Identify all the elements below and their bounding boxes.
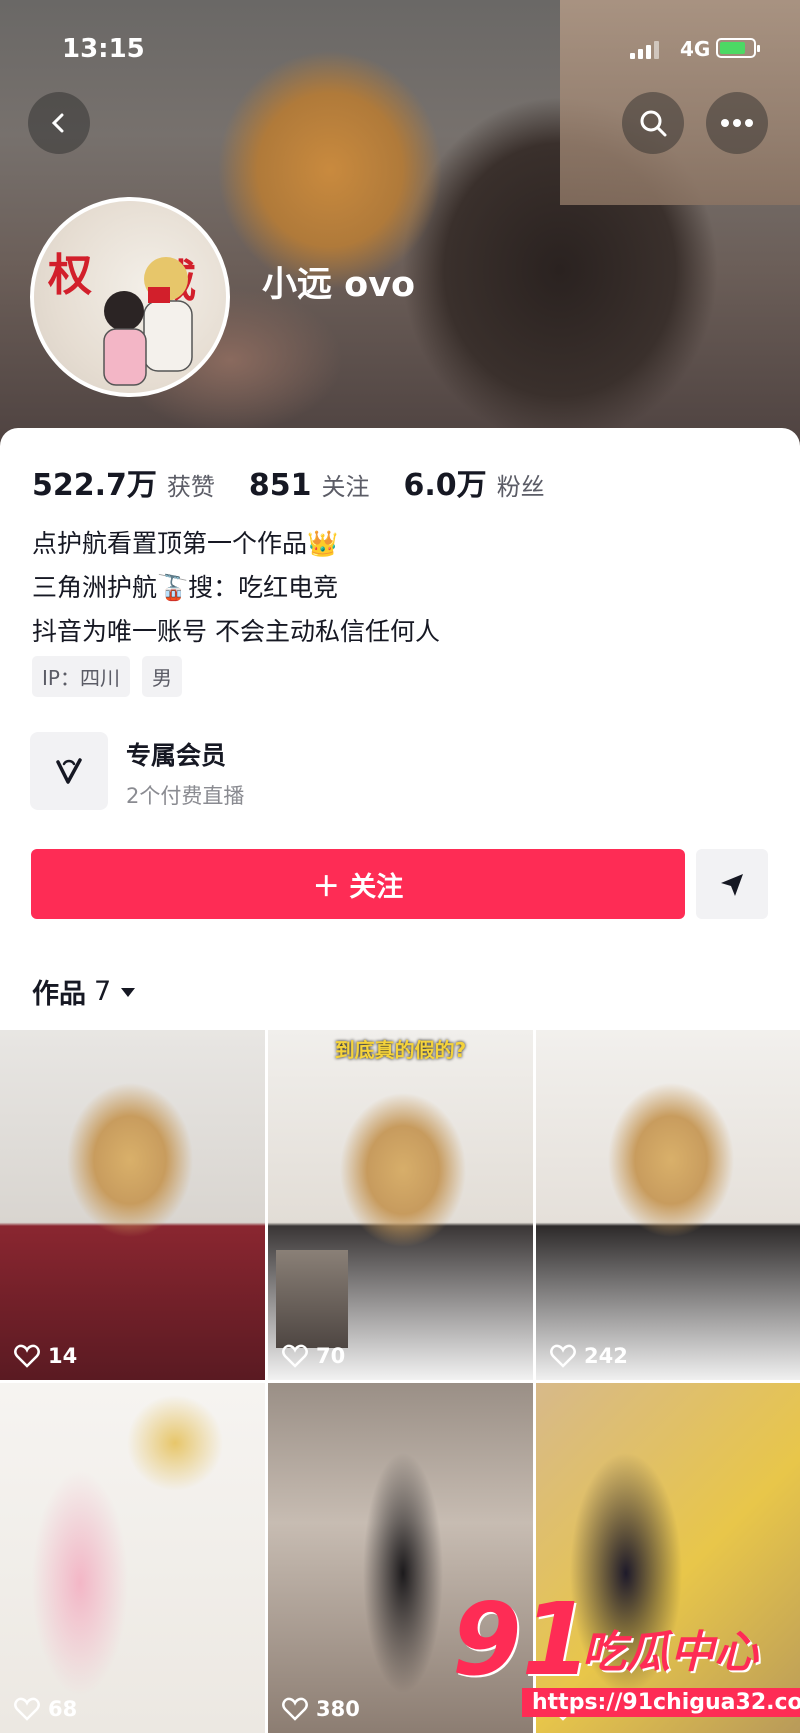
heart-icon xyxy=(14,1344,40,1368)
tab-works[interactable]: 作品 7 xyxy=(32,972,137,1011)
avatar-figures-icon xyxy=(103,257,193,386)
video-likes: 70 xyxy=(282,1344,345,1368)
status-time: 13:15 xyxy=(62,34,145,64)
works-count: 7 xyxy=(94,976,112,1007)
video-thumbnail[interactable]: 到底真的假的? 70 xyxy=(268,1030,533,1380)
chevron-left-icon xyxy=(51,113,64,133)
video-caption: 到底真的假的? xyxy=(334,1038,467,1062)
profile-bio: 点护航看置顶第一个作品👑 三角洲护航🚡搜：吃红电竞 抖音为唯一账号 不会主动私信… xyxy=(32,522,440,654)
signal-icon xyxy=(630,39,664,59)
watermark-number: 91 xyxy=(452,1581,592,1698)
avatar[interactable]: 权 威 xyxy=(30,197,230,397)
search-button[interactable] xyxy=(622,92,684,154)
profile-tags: IP：四川 男 xyxy=(32,656,182,697)
battery-icon xyxy=(716,38,760,58)
search-icon xyxy=(640,110,667,137)
profile-nickname: 小远 ovo xyxy=(262,265,416,305)
heart-icon xyxy=(14,1697,40,1721)
gender-tag: 男 xyxy=(141,656,182,697)
following-label[interactable]: 关注 xyxy=(322,467,370,502)
share-button[interactable] xyxy=(696,849,768,919)
video-likes-count: 380 xyxy=(316,1697,360,1721)
video-thumbnail[interactable]: 242 xyxy=(536,1030,800,1380)
more-dots-icon xyxy=(721,119,753,127)
works-tab-label: 作品 xyxy=(32,979,86,1010)
video-likes: 380 xyxy=(282,1697,360,1721)
ip-location-tag: IP：四川 xyxy=(32,656,130,697)
video-likes: 68 xyxy=(14,1697,77,1721)
status-bar: 13:15 4G xyxy=(0,30,800,70)
send-icon xyxy=(721,874,743,896)
followers-label[interactable]: 粉丝 xyxy=(497,467,545,502)
heart-icon xyxy=(550,1344,576,1368)
exclusive-member-entry[interactable]: 专属会员 2个付费直播 xyxy=(30,732,730,812)
site-watermark: 91 吃瓜中心 https://91chigua32.com xyxy=(452,1581,800,1730)
following-count[interactable]: 851 xyxy=(249,468,312,503)
video-likes-count: 14 xyxy=(48,1344,78,1368)
member-logo-icon xyxy=(30,732,108,810)
video-thumbnail[interactable]: 68 xyxy=(0,1383,265,1733)
video-likes-count: 68 xyxy=(48,1697,78,1721)
member-title: 专属会员 xyxy=(126,741,227,770)
video-likes: 242 xyxy=(550,1344,628,1368)
followers-count[interactable]: 6.0万 xyxy=(404,460,487,504)
member-subtitle: 2个付费直播 xyxy=(126,784,245,808)
profile-stats: 522.7万 获赞 851 关注 6.0万 粉丝 xyxy=(32,460,579,504)
bio-line: 抖音为唯一账号 不会主动私信任何人 xyxy=(32,617,440,646)
bio-line: 三角洲护航🚡搜：吃红电竞 xyxy=(32,573,339,602)
bio-line: 点护航看置顶第一个作品👑 xyxy=(32,529,339,558)
watermark-url: https://91chigua32.com xyxy=(522,1688,800,1717)
caret-down-icon xyxy=(121,987,136,997)
picture-in-picture-inset xyxy=(276,1250,348,1348)
video-likes: 14 xyxy=(14,1344,77,1368)
likes-label[interactable]: 获赞 xyxy=(167,467,215,502)
video-likes-count: 242 xyxy=(584,1344,628,1368)
heart-icon xyxy=(282,1344,308,1368)
video-thumbnail[interactable]: 14 xyxy=(0,1030,265,1380)
video-likes-count: 70 xyxy=(316,1344,346,1368)
network-type: 4G xyxy=(680,37,711,61)
more-button[interactable] xyxy=(706,92,768,154)
heart-icon xyxy=(282,1697,308,1721)
watermark-brand: 吃瓜中心 xyxy=(582,1627,758,1678)
likes-count[interactable]: 522.7万 xyxy=(32,460,157,504)
back-button[interactable] xyxy=(28,92,90,154)
follow-button[interactable]: ＋ 关注 xyxy=(31,849,685,919)
